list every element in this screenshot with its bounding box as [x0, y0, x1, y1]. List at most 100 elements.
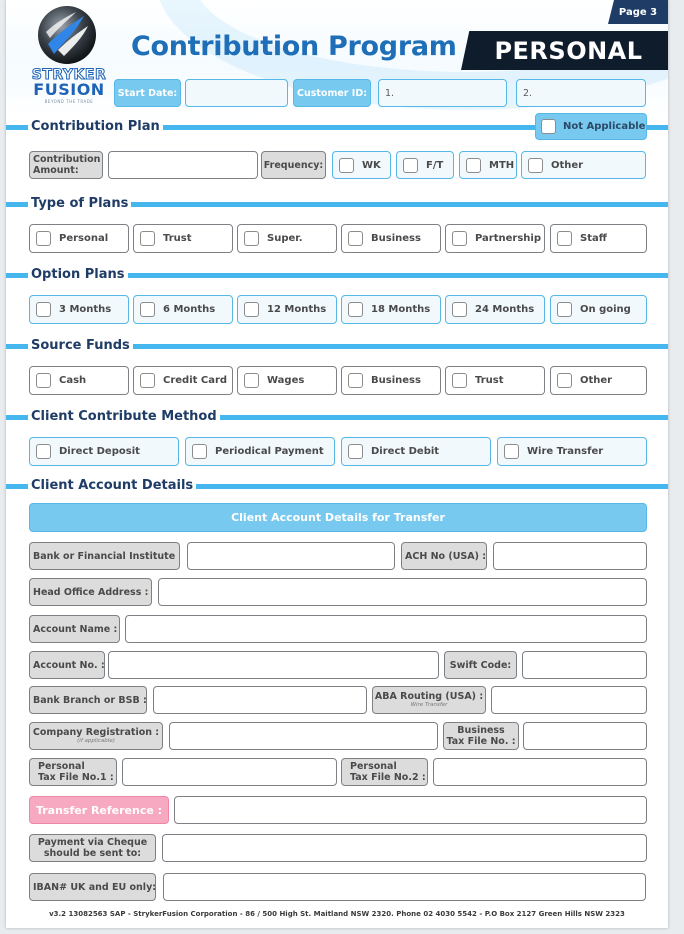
checkbox[interactable] [403, 158, 418, 173]
option-plan-6-months[interactable]: 6 Months [133, 295, 233, 324]
checkbox[interactable] [452, 373, 467, 388]
method-direct-debit[interactable]: Direct Debit [341, 437, 491, 466]
not-applicable-checkbox[interactable] [541, 119, 556, 134]
checkbox[interactable] [452, 302, 467, 317]
frequency-option-other[interactable]: Other [521, 151, 646, 179]
option-label: Other [580, 375, 612, 386]
not-applicable-label: Not Applicable [563, 121, 645, 132]
method-wire-transfer[interactable]: Wire Transfer [497, 437, 647, 466]
head-office-label: Head Office Address : [29, 578, 152, 606]
checkbox[interactable] [452, 231, 467, 246]
contribute-method-title: Client Contribute Method [28, 409, 220, 425]
option-plan-12-months[interactable]: 12 Months [237, 295, 337, 324]
start-date-field[interactable] [185, 79, 288, 107]
checkbox[interactable] [528, 158, 543, 173]
checkbox[interactable] [466, 158, 481, 173]
personal-banner: PERSONAL [461, 31, 668, 70]
transfer-reference-field[interactable] [174, 796, 647, 824]
aba-routing-sublabel: Wire Transfer [411, 702, 448, 709]
frequency-option-ft[interactable]: F/T [396, 151, 454, 179]
account-name-label: Account Name : [29, 615, 120, 643]
company-registration-label-text: Company Registration : [33, 727, 159, 738]
bank-branch-field[interactable] [153, 686, 367, 714]
customer-id-field-2[interactable]: 2. [516, 79, 646, 107]
checkbox[interactable] [36, 373, 51, 388]
option-plan-3-months[interactable]: 3 Months [29, 295, 129, 324]
plan-type-business[interactable]: Business [341, 224, 441, 253]
source-funds-trust[interactable]: Trust [445, 366, 545, 395]
customer-id-field-1[interactable]: 1. [378, 79, 507, 107]
checkbox[interactable] [557, 231, 572, 246]
account-no-label: Account No. : [29, 651, 105, 679]
source-funds-other[interactable]: Other [550, 366, 647, 395]
option-plan-18-months[interactable]: 18 Months [341, 295, 441, 324]
source-funds-wages[interactable]: Wages [237, 366, 337, 395]
checkbox[interactable] [557, 302, 572, 317]
cheque-label-line2: should be sent to: [44, 848, 141, 859]
checkbox[interactable] [244, 231, 259, 246]
plan-type-super[interactable]: Super. [237, 224, 337, 253]
checkbox[interactable] [504, 444, 519, 459]
option-plan-24-months[interactable]: 24 Months [445, 295, 545, 324]
option-label: Super. [267, 233, 303, 244]
plan-type-personal[interactable]: Personal [29, 224, 129, 253]
option-label: Wire Transfer [527, 446, 603, 457]
checkbox[interactable] [140, 302, 155, 317]
contribution-amount-label: Contribution Amount: [29, 151, 103, 179]
frequency-option-wk[interactable]: WK [332, 151, 391, 179]
aba-routing-field[interactable] [491, 686, 647, 714]
plan-type-staff[interactable]: Staff [550, 224, 647, 253]
checkbox[interactable] [348, 373, 363, 388]
swift-code-field[interactable] [522, 651, 647, 679]
customer-id-1-number: 1. [385, 88, 394, 99]
checkbox[interactable] [348, 231, 363, 246]
plan-type-partnership[interactable]: Partnership [445, 224, 545, 253]
option-label: Other [551, 160, 583, 171]
contribution-amount-field[interactable] [108, 151, 258, 179]
personal-tfn2-field[interactable] [433, 758, 647, 786]
checkbox[interactable] [36, 302, 51, 317]
iban-field[interactable] [163, 873, 646, 901]
method-direct-deposit[interactable]: Direct Deposit [29, 437, 179, 466]
checkbox[interactable] [339, 158, 354, 173]
option-label: Direct Deposit [59, 446, 140, 457]
not-applicable-toggle[interactable]: Not Applicable [535, 113, 647, 140]
checkbox[interactable] [140, 231, 155, 246]
source-funds-business[interactable]: Business [341, 366, 441, 395]
account-name-field[interactable] [125, 615, 647, 643]
option-label: WK [362, 160, 381, 171]
cheque-address-field[interactable] [162, 834, 647, 862]
checkbox[interactable] [244, 302, 259, 317]
ach-no-field[interactable] [493, 542, 647, 570]
head-office-field[interactable] [158, 578, 647, 606]
contribution-plan-title: Contribution Plan [28, 119, 163, 135]
checkbox[interactable] [244, 373, 259, 388]
checkbox[interactable] [348, 444, 363, 459]
bank-institute-field[interactable] [187, 542, 395, 570]
checkbox[interactable] [140, 373, 155, 388]
checkbox[interactable] [348, 302, 363, 317]
option-label: 6 Months [163, 304, 215, 315]
option-label: F/T [426, 160, 443, 171]
personal-tfn1-field[interactable] [122, 758, 337, 786]
method-periodical-payment[interactable]: Periodical Payment [185, 437, 335, 466]
plan-type-trust[interactable]: Trust [133, 224, 233, 253]
source-funds-credit-card[interactable]: Credit Card [133, 366, 233, 395]
checkbox[interactable] [557, 373, 572, 388]
checkbox[interactable] [192, 444, 207, 459]
form-page: STRYKER FUSION BEYOND THE TRADE Page 3 C… [6, 0, 668, 928]
frequency-option-mth[interactable]: MTH [459, 151, 517, 179]
bank-institute-label: Bank or Financial Institute : [29, 542, 180, 570]
business-tfn-field[interactable] [523, 722, 647, 750]
source-funds-cash[interactable]: Cash [29, 366, 129, 395]
option-label: Partnership [475, 233, 541, 244]
option-plan-on-going[interactable]: On going [550, 295, 647, 324]
checkbox[interactable] [36, 231, 51, 246]
bank-branch-label: Bank Branch or BSB : [29, 686, 147, 714]
option-label: Wages [267, 375, 304, 386]
cheque-label: Payment via Cheque should be sent to: [29, 834, 156, 862]
account-no-field[interactable] [108, 651, 439, 679]
checkbox[interactable] [36, 444, 51, 459]
company-registration-sublabel: (if applicable) [77, 738, 115, 745]
company-registration-field[interactable] [169, 722, 438, 750]
